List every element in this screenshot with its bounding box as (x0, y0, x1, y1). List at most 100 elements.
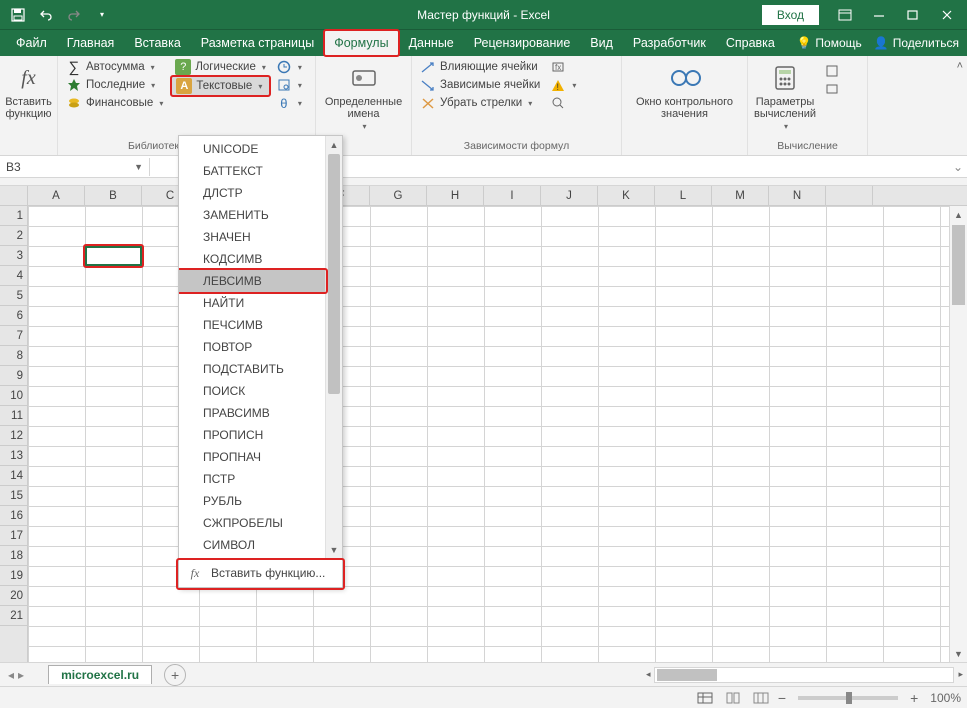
help-link[interactable]: Помощь (815, 36, 861, 50)
col-header[interactable]: I (484, 186, 541, 205)
grid[interactable] (28, 206, 949, 662)
add-sheet-button[interactable]: + (164, 664, 186, 686)
redo-button[interactable] (62, 3, 86, 27)
row-header[interactable]: 16 (0, 506, 27, 526)
row-header[interactable]: 2 (0, 226, 27, 246)
col-header[interactable]: N (769, 186, 826, 205)
defined-names-button[interactable]: Определенные имена▾ (320, 58, 407, 135)
col-header[interactable]: L (655, 186, 712, 205)
normal-view-button[interactable] (694, 689, 716, 707)
dropdown-item[interactable]: ПРАВСИМВ (179, 402, 325, 424)
calc-sheet-button[interactable] (820, 80, 844, 98)
maximize-button[interactable] (897, 2, 929, 28)
select-all-corner[interactable] (0, 186, 28, 205)
chevron-down-icon[interactable]: ▼ (134, 162, 143, 172)
page-break-view-button[interactable] (750, 689, 772, 707)
lightbulb-icon[interactable]: 💡 (796, 36, 811, 50)
page-layout-view-button[interactable] (722, 689, 744, 707)
row-header[interactable]: 4 (0, 266, 27, 286)
dropdown-item[interactable]: ЛЕВСИМВ (179, 270, 325, 292)
trace-dependents-button[interactable]: Зависимые ячейки (416, 76, 544, 94)
dropdown-item[interactable]: КОДСИМВ (179, 248, 325, 270)
row-header[interactable]: 14 (0, 466, 27, 486)
dropdown-item[interactable]: НАЙТИ (179, 292, 325, 314)
qat-more-button[interactable]: ▾ (90, 3, 114, 27)
lookup-button[interactable]: ▾ (272, 76, 306, 94)
name-box[interactable]: B3 ▼ (0, 158, 150, 176)
menu-view[interactable]: Вид (580, 30, 623, 56)
close-button[interactable] (931, 2, 963, 28)
ribbon-collapse-button[interactable]: ˄ (957, 60, 963, 72)
share-link[interactable]: Поделиться (893, 36, 959, 50)
menu-data[interactable]: Данные (399, 30, 464, 56)
row-header[interactable]: 10 (0, 386, 27, 406)
dropdown-item[interactable]: РУБЛЬ (179, 490, 325, 512)
logical-button[interactable]: ?Логические▾ (171, 58, 270, 76)
dropdown-item[interactable]: ПРОПИСН (179, 424, 325, 446)
menu-formulas[interactable]: Формулы (324, 30, 398, 56)
menu-page-layout[interactable]: Разметка страницы (191, 30, 324, 56)
autosum-button[interactable]: ∑Автосумма▾ (62, 58, 167, 76)
datetime-button[interactable]: ▾ (272, 58, 306, 76)
dropdown-item[interactable]: ПСТР (179, 468, 325, 490)
minimize-button[interactable] (863, 2, 895, 28)
error-check-button[interactable]: !▾ (546, 76, 580, 94)
recent-button[interactable]: Последние▾ (62, 76, 167, 94)
row-header[interactable]: 12 (0, 426, 27, 446)
math-button[interactable]: θ▾ (272, 94, 306, 112)
remove-arrows-button[interactable]: Убрать стрелки▾ (416, 94, 544, 112)
col-header[interactable]: B (85, 186, 142, 205)
financial-button[interactable]: Финансовые▾ (62, 94, 167, 112)
insert-function-footer[interactable]: fx Вставить функцию... (179, 558, 342, 587)
col-header[interactable] (826, 186, 873, 205)
row-header[interactable]: 8 (0, 346, 27, 366)
row-header[interactable]: 13 (0, 446, 27, 466)
evaluate-formula-button[interactable] (546, 94, 580, 112)
dropdown-item[interactable]: UNICODE (179, 138, 325, 160)
zoom-out-button[interactable]: − (778, 690, 786, 706)
row-header[interactable]: 9 (0, 366, 27, 386)
dropdown-item[interactable]: ПОИСК (179, 380, 325, 402)
menu-review[interactable]: Рецензирование (464, 30, 581, 56)
row-header[interactable]: 21 (0, 606, 27, 626)
insert-function-button[interactable]: fx Вставить функцию (4, 58, 53, 124)
col-header[interactable]: J (541, 186, 598, 205)
row-header[interactable]: 3 (0, 246, 27, 266)
calc-now-button[interactable] (820, 62, 844, 80)
dropdown-item[interactable]: ПОВТОР (179, 336, 325, 358)
hscroll-right[interactable]: ▸ (958, 669, 963, 680)
col-header[interactable]: G (370, 186, 427, 205)
zoom-slider[interactable] (798, 696, 898, 700)
menu-insert[interactable]: Вставка (124, 30, 190, 56)
sheet-nav-next[interactable]: ▸ (18, 668, 24, 682)
hscroll-left[interactable]: ◂ (646, 669, 651, 680)
save-button[interactable] (6, 3, 30, 27)
col-header[interactable]: H (427, 186, 484, 205)
text-functions-button[interactable]: AТекстовые▾ (171, 76, 270, 96)
row-header[interactable]: 15 (0, 486, 27, 506)
col-header[interactable]: K (598, 186, 655, 205)
ribbon-options-button[interactable] (829, 2, 861, 28)
dropdown-scrollbar[interactable]: ▲ ▼ (325, 136, 342, 558)
zoom-in-button[interactable]: + (910, 690, 918, 706)
row-header[interactable]: 19 (0, 566, 27, 586)
dropdown-item[interactable]: ЗАМЕНИТЬ (179, 204, 325, 226)
share-icon[interactable]: 👤 (874, 36, 889, 50)
row-header[interactable]: 1 (0, 206, 27, 226)
dropdown-item[interactable]: ПРОПНАЧ (179, 446, 325, 468)
horizontal-scrollbar[interactable] (654, 667, 954, 683)
calc-options-button[interactable]: Параметры вычислений▾ (752, 58, 818, 135)
col-header[interactable]: A (28, 186, 85, 205)
show-formulas-button[interactable]: fx (546, 58, 580, 76)
sheet-tab[interactable]: microexcel.ru (48, 665, 152, 684)
dropdown-item[interactable]: ПЕЧСИМВ (179, 314, 325, 336)
zoom-level[interactable]: 100% (930, 691, 961, 705)
dropdown-item[interactable]: ПОДСТАВИТЬ (179, 358, 325, 380)
trace-precedents-button[interactable]: Влияющие ячейки (416, 58, 544, 76)
selected-cell[interactable] (85, 246, 142, 266)
watch-window-button[interactable]: Окно контрольного значения (626, 58, 743, 124)
row-header[interactable]: 17 (0, 526, 27, 546)
dropdown-item[interactable]: СЖПРОБЕЛЫ (179, 512, 325, 534)
login-button[interactable]: Вход (762, 5, 819, 25)
dropdown-item[interactable]: СИМВОЛ (179, 534, 325, 556)
